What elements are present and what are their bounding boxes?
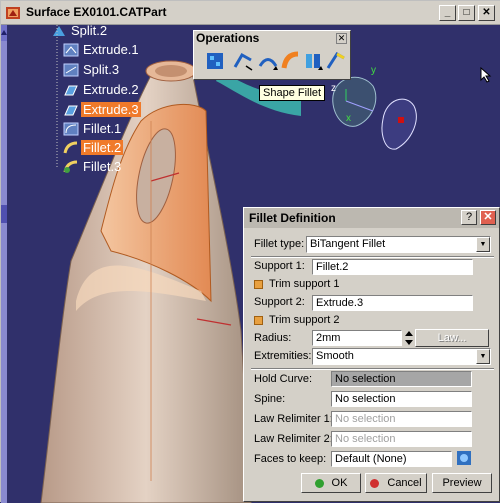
cancel-button[interactable]: Cancel bbox=[365, 473, 427, 493]
trim-support2-checkbox[interactable] bbox=[254, 315, 263, 325]
tree-item-fillet-1[interactable]: Fillet.1 bbox=[63, 120, 123, 137]
faces-to-keep-field[interactable]: Default (None) bbox=[331, 451, 452, 467]
axis-disc-right bbox=[381, 98, 417, 150]
faces-to-keep-label: Faces to keep: bbox=[254, 453, 327, 465]
axis-z-label: z bbox=[331, 83, 336, 94]
spine-label: Spine: bbox=[254, 393, 286, 405]
shape-fillet-icon[interactable] bbox=[280, 50, 302, 72]
fillet-definition-dialog: Fillet Definition ? ✕ Fillet type: BiTan… bbox=[243, 207, 500, 502]
operations-toolbar: Operations ✕ bbox=[193, 30, 492, 83]
extremities-select[interactable]: Smooth ▼ bbox=[312, 348, 491, 365]
hold-curve-field[interactable]: No selection bbox=[331, 371, 472, 387]
law-button[interactable]: Law... bbox=[415, 329, 489, 347]
help-button[interactable]: ? bbox=[461, 210, 477, 225]
spine-field[interactable]: No selection bbox=[331, 391, 472, 407]
window-title: Surface EX0101.CATPart bbox=[26, 5, 167, 19]
trim-support2-checkbox-row[interactable]: Trim support 2 bbox=[254, 314, 340, 326]
catia-window: Surface EX0101.CATPart _ □ ✕ z x y Split… bbox=[0, 0, 500, 503]
fillet-type-value: BiTangent Fillet bbox=[310, 238, 386, 250]
radius-field[interactable]: 2mm bbox=[312, 330, 402, 346]
tree-item-split-3[interactable]: Split.3 bbox=[63, 61, 121, 78]
trim-support1-checkbox[interactable] bbox=[254, 279, 263, 289]
hold-curve-label: Hold Curve: bbox=[254, 373, 313, 385]
trim-support1-label: Trim support 1 bbox=[269, 278, 340, 290]
chevron-down-icon: ▼ bbox=[476, 349, 490, 364]
tree-item-label: Extrude.3 bbox=[81, 102, 141, 117]
extrude-icon bbox=[63, 43, 79, 56]
tree-item-label: Fillet.3 bbox=[83, 159, 122, 174]
divider bbox=[251, 368, 494, 370]
tree-item-extrude-2[interactable]: Extrude.2 bbox=[63, 81, 141, 98]
trim-support1-checkbox-row[interactable]: Trim support 1 bbox=[254, 278, 340, 290]
tree-item-label: Extrude.1 bbox=[83, 42, 139, 57]
faces-selector-icon[interactable] bbox=[456, 450, 472, 466]
fillet-icon bbox=[63, 141, 78, 153]
extrude-icon bbox=[64, 105, 78, 115]
chevron-down-icon: ▼ bbox=[476, 237, 490, 252]
tree-item-label: Fillet.2 bbox=[81, 140, 124, 155]
tree-item-label: Split.3 bbox=[83, 62, 120, 77]
ok-icon bbox=[314, 478, 324, 488]
boundary-icon[interactable] bbox=[257, 50, 279, 72]
axis-x-label: x bbox=[346, 113, 351, 124]
toolbar-close-button[interactable]: ✕ bbox=[336, 33, 347, 44]
support2-label: Support 2: bbox=[254, 296, 305, 308]
catpart-icon bbox=[6, 7, 20, 19]
dialog-title-bar: Fillet Definition ? ✕ bbox=[244, 208, 499, 228]
cancel-label: Cancel bbox=[387, 477, 422, 489]
divider bbox=[251, 256, 494, 258]
law-relimiter1-field[interactable]: No selection bbox=[331, 411, 472, 427]
support1-label: Support 1: bbox=[254, 260, 305, 272]
ok-button[interactable]: OK bbox=[301, 473, 361, 493]
support2-field[interactable]: Extrude.3 bbox=[312, 295, 473, 311]
tree-connector bbox=[56, 25, 58, 167]
tooltip: Shape Fillet bbox=[259, 85, 326, 101]
radius-label: Radius: bbox=[254, 332, 292, 344]
tree-item-label: Fillet.1 bbox=[83, 121, 122, 136]
preview-button[interactable]: Preview bbox=[432, 473, 492, 493]
tree-item-extrude-3[interactable]: Extrude.3 bbox=[63, 101, 141, 118]
law-relimiter1-label: Law Relimiter 1: bbox=[254, 413, 333, 425]
maximize-button[interactable]: □ bbox=[458, 5, 475, 21]
extrude-icon bbox=[64, 85, 78, 95]
fillet-icon bbox=[63, 160, 78, 173]
fillet-type-label: Fillet type: bbox=[254, 238, 305, 250]
join-icon[interactable] bbox=[204, 50, 226, 72]
split-icon bbox=[63, 63, 79, 76]
toolbar-title: Operations bbox=[196, 31, 260, 45]
close-button[interactable]: ✕ bbox=[478, 5, 495, 21]
law-relimiter2-field[interactable]: No selection bbox=[331, 431, 472, 447]
cancel-icon bbox=[370, 478, 380, 488]
extrapolate-icon[interactable] bbox=[325, 50, 347, 72]
dialog-close-button[interactable]: ✕ bbox=[480, 210, 496, 225]
tree-item-extrude-1[interactable]: Extrude.1 bbox=[63, 41, 141, 58]
dialog-title: Fillet Definition bbox=[249, 211, 336, 225]
title-bar: Surface EX0101.CATPart _ □ ✕ bbox=[1, 1, 500, 25]
extremities-label: Extremities: bbox=[254, 350, 312, 362]
trim-support2-label: Trim support 2 bbox=[269, 314, 340, 326]
mouse-cursor-icon bbox=[480, 67, 492, 83]
tree-item-fillet-2[interactable]: Fillet.2 bbox=[63, 139, 124, 156]
ok-label: OK bbox=[331, 477, 348, 489]
fillet-type-select[interactable]: BiTangent Fillet ▼ bbox=[306, 236, 491, 253]
tree-item-label: Split.2 bbox=[71, 25, 108, 38]
split-trim-icon[interactable] bbox=[232, 50, 254, 72]
extremities-value: Smooth bbox=[316, 350, 354, 362]
fillet-icon bbox=[63, 122, 79, 135]
minimize-button[interactable]: _ bbox=[439, 5, 456, 21]
radius-spinner[interactable] bbox=[404, 330, 414, 346]
support1-field[interactable]: Fillet.2 bbox=[312, 259, 473, 275]
translate-icon[interactable] bbox=[302, 50, 324, 72]
tree-item-label: Extrude.2 bbox=[83, 82, 139, 97]
tree-item-fillet-3[interactable]: Fillet.3 bbox=[63, 158, 123, 175]
law-relimiter2-label: Law Relimiter 2: bbox=[254, 433, 333, 445]
axis-y-label: y bbox=[371, 65, 376, 76]
axis-disc-left bbox=[332, 76, 377, 127]
